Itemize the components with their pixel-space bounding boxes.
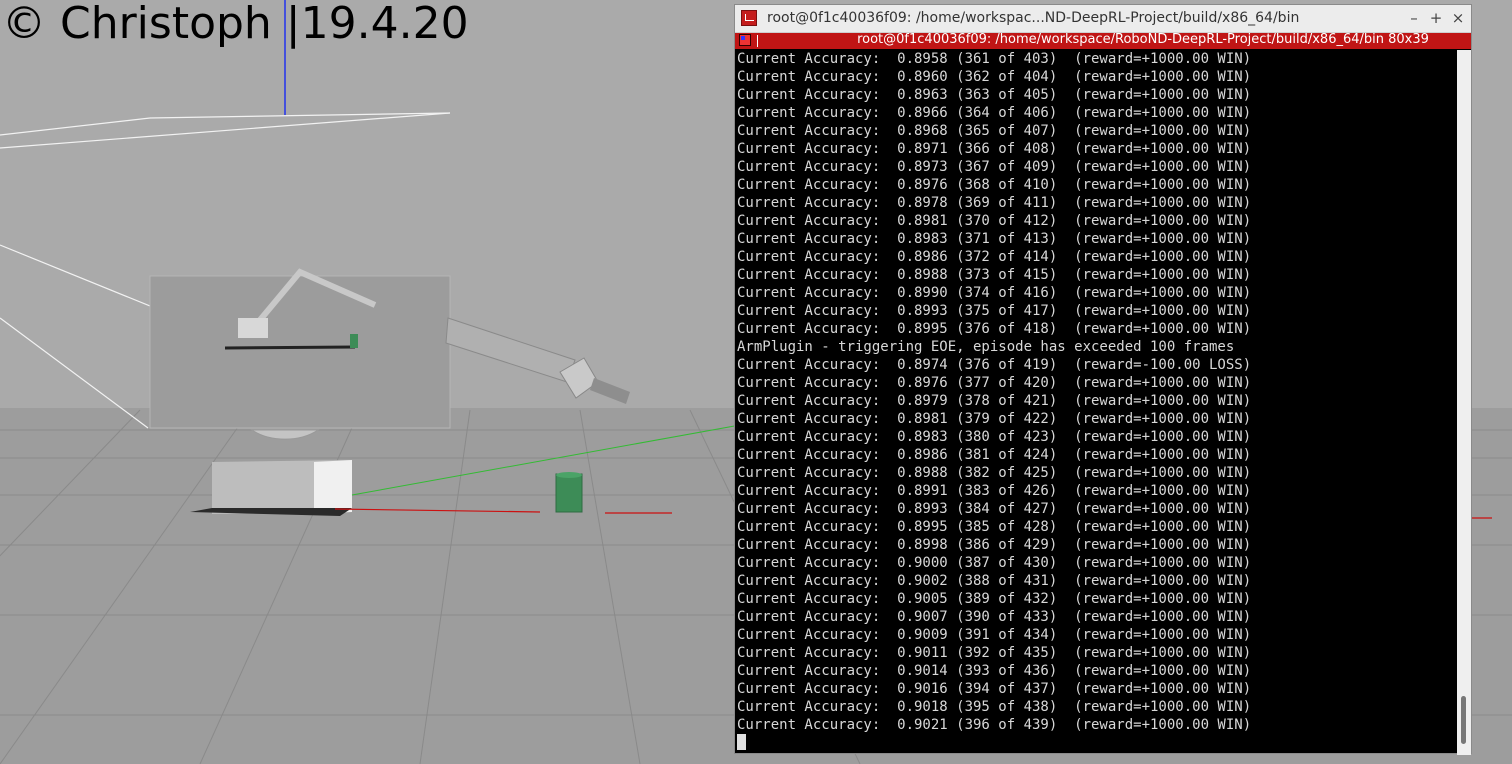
terminal-line: Current Accuracy: 0.9018 (395 of 438) (r… [737,699,1252,715]
terminal-window[interactable]: root@0f1c40036f09: /home/workspac...ND-D… [734,4,1472,755]
terminal-line: Current Accuracy: 0.9007 (390 of 433) (r… [737,609,1252,625]
terminal-line: Current Accuracy: 0.9009 (391 of 434) (r… [737,627,1252,643]
close-button[interactable]: × [1449,8,1467,28]
terminal-line: Current Accuracy: 0.9011 (392 of 435) (r… [737,645,1252,661]
terminal-line: Current Accuracy: 0.8990 (374 of 416) (r… [737,285,1252,301]
terminal-line: Current Accuracy: 0.9005 (389 of 432) (r… [737,591,1252,607]
maximize-button[interactable]: + [1427,8,1445,28]
text-cursor [737,734,746,750]
terminal-line: Current Accuracy: 0.9016 (394 of 437) (r… [737,681,1252,697]
terminal-line: Current Accuracy: 0.8976 (368 of 410) (r… [737,177,1252,193]
terminal-line: Current Accuracy: 0.8986 (381 of 424) (r… [737,447,1252,463]
terminal-line: Current Accuracy: 0.8988 (382 of 425) (r… [737,465,1252,481]
terminal-scrollbar[interactable] [1457,50,1471,755]
terminal-titlebar[interactable]: root@0f1c40036f09: /home/workspac...ND-D… [735,5,1471,33]
terminal-line: Current Accuracy: 0.8983 (380 of 423) (r… [737,429,1252,445]
terminal-tab-bar[interactable]: root@0f1c40036f09: /home/workspace/RoboN… [735,32,1471,49]
terminal-app-icon [741,10,757,26]
terminal-line: Current Accuracy: 0.8973 (367 of 409) (r… [737,159,1252,175]
terminal-line: Current Accuracy: 0.8981 (370 of 412) (r… [737,213,1252,229]
terminal-line: Current Accuracy: 0.8958 (361 of 403) (r… [737,51,1252,67]
terminal-line: Current Accuracy: 0.8986 (372 of 414) (r… [737,249,1252,265]
window-title: root@0f1c40036f09: /home/workspac...ND-D… [767,10,1300,26]
terminal-line: Current Accuracy: 0.8988 (373 of 415) (r… [737,267,1252,283]
terminal-line: Current Accuracy: 0.8976 (377 of 420) (r… [737,375,1252,391]
terminal-line: Current Accuracy: 0.8995 (376 of 418) (r… [737,321,1252,337]
terminal-line: Current Accuracy: 0.8960 (362 of 404) (r… [737,69,1252,85]
terminal-line: Current Accuracy: 0.8993 (375 of 417) (r… [737,303,1252,319]
terminal-line: Current Accuracy: 0.9000 (387 of 430) (r… [737,555,1252,571]
minimize-button[interactable]: – [1405,8,1423,28]
terminal-line: Current Accuracy: 0.8963 (363 of 405) (r… [737,87,1252,103]
camera-image-panel [149,268,451,429]
terminal-line: Current Accuracy: 0.8993 (384 of 427) (r… [737,501,1252,517]
terminal-line: Current Accuracy: 0.8974 (376 of 419) (r… [737,357,1252,373]
terminal-line: Current Accuracy: 0.8991 (383 of 426) (r… [737,483,1252,499]
terminal-line: Current Accuracy: 0.8966 (364 of 406) (r… [737,105,1252,121]
tab-title: root@0f1c40036f09: /home/workspace/RoboN… [857,32,1429,47]
terminal-line: Current Accuracy: 0.8979 (378 of 421) (r… [737,393,1252,409]
terminal-line: Current Accuracy: 0.8971 (366 of 408) (r… [737,141,1252,157]
terminal-line: Current Accuracy: 0.8981 (379 of 422) (r… [737,411,1252,427]
scrollbar-thumb[interactable] [1461,696,1466,744]
terminal-line: Current Accuracy: 0.9021 (396 of 439) (r… [737,717,1252,733]
terminal-line: Current Accuracy: 0.8978 (369 of 411) (r… [737,195,1252,211]
terminal-line: Current Accuracy: 0.8968 (365 of 407) (r… [737,123,1252,139]
terminal-line: ArmPlugin - triggering EOE, episode has … [737,339,1235,355]
terminal-line: Current Accuracy: 0.8995 (385 of 428) (r… [737,519,1252,535]
terminal-line: Current Accuracy: 0.9014 (393 of 436) (r… [737,663,1252,679]
terminal-line: Current Accuracy: 0.8983 (371 of 413) (r… [737,231,1252,247]
terminal-line: Current Accuracy: 0.8998 (386 of 429) (r… [737,537,1252,553]
target-cylinder [555,472,583,513]
watermark-text: © Christoph |19.4.20 [2,0,469,49]
terminal-line: Current Accuracy: 0.9002 (388 of 431) (r… [737,573,1252,589]
terminal-output[interactable]: Current Accuracy: 0.8958 (361 of 403) (r… [735,50,1457,755]
